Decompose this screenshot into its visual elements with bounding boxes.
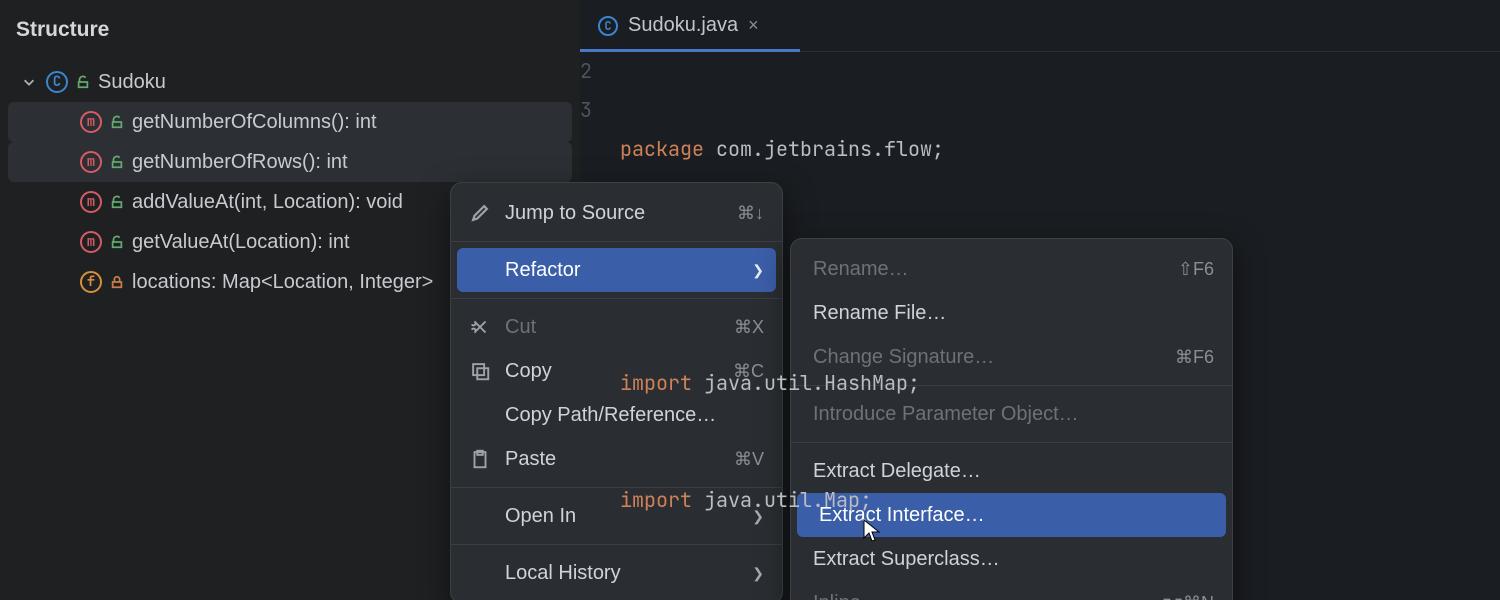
class-icon: C xyxy=(598,16,618,36)
editor-tab-bar: C Sudoku.java × xyxy=(580,0,1500,52)
menu-separator xyxy=(791,442,1232,443)
method-icon: m xyxy=(80,151,102,173)
code-line xyxy=(620,247,1500,286)
blank-icon xyxy=(469,562,491,584)
menu-shortcut: ⌘X xyxy=(734,317,764,338)
copy-icon xyxy=(469,360,491,382)
menu-item-label: Extract Delegate… xyxy=(813,460,981,483)
lock-open-icon xyxy=(110,195,124,209)
menu-item-label: Refactor xyxy=(505,259,581,282)
code-line: import java.util.Map; xyxy=(620,481,1500,520)
tree-item-label: getValueAt(Location): int xyxy=(132,231,350,254)
menu-separator xyxy=(451,241,782,242)
menu-separator xyxy=(451,544,782,545)
chevron-right-icon: ❯ xyxy=(752,565,764,582)
lock-closed-icon xyxy=(110,275,124,289)
menu-item-jump-to-source[interactable]: Jump to Source ⌘↓ xyxy=(451,191,782,235)
menu-item-label: Copy Path/Reference… xyxy=(505,404,716,427)
method-icon: m xyxy=(80,111,102,133)
menu-item-paste[interactable]: Paste ⌘V xyxy=(451,437,782,481)
tree-item-get-number-of-rows[interactable]: m getNumberOfRows(): int xyxy=(8,142,572,182)
editor-tab-label: Sudoku.java xyxy=(628,14,738,37)
close-tab-icon[interactable]: × xyxy=(748,15,759,36)
tree-root-sudoku[interactable]: C Sudoku xyxy=(0,62,580,102)
menu-item-label: Open In xyxy=(505,505,576,528)
menu-item-local-history[interactable]: Local History ❯ xyxy=(451,551,782,595)
menu-item-label: Extract Superclass… xyxy=(813,548,1000,571)
blank-icon xyxy=(469,505,491,527)
menu-item-label: Cut xyxy=(505,316,536,339)
tree-item-label: getNumberOfRows(): int xyxy=(132,151,348,174)
class-icon: C xyxy=(46,71,68,93)
menu-item-label: Introduce Parameter Object… xyxy=(813,403,1079,426)
menu-shortcut: ⌘V xyxy=(734,449,764,470)
gutter-line: 2 xyxy=(580,52,592,91)
tree-root-label: Sudoku xyxy=(98,71,166,94)
menu-shortcut: ⌘↓ xyxy=(737,203,764,224)
field-icon: f xyxy=(80,271,102,293)
editor-tab-sudoku[interactable]: C Sudoku.java × xyxy=(580,0,777,51)
panel-title: Structure xyxy=(0,18,580,62)
tree-item-label: getNumberOfColumns(): int xyxy=(132,111,377,134)
menu-item-rename-file[interactable]: Rename File… xyxy=(791,291,1232,335)
paste-icon xyxy=(469,448,491,470)
scissors-icon xyxy=(469,316,491,338)
menu-separator xyxy=(451,298,782,299)
lock-open-icon xyxy=(110,235,124,249)
menu-item-label: Paste xyxy=(505,448,556,471)
blank-icon xyxy=(469,404,491,426)
method-icon: m xyxy=(80,231,102,253)
menu-item-label: Rename File… xyxy=(813,302,946,325)
gutter-line: 3 xyxy=(580,91,592,130)
menu-item-label: Local History xyxy=(505,562,621,585)
menu-item-extract-superclass[interactable]: Extract Superclass… xyxy=(791,537,1232,581)
lock-open-icon xyxy=(110,115,124,129)
code-line: package com.jetbrains.flow; xyxy=(620,130,1500,169)
tree-item-label: addValueAt(int, Location): void xyxy=(132,191,403,214)
menu-item-label: Jump to Source xyxy=(505,202,645,225)
tree-item-label: locations: Map<Location, Integer> xyxy=(132,271,433,294)
blank-icon xyxy=(469,259,491,281)
lock-open-icon xyxy=(76,75,90,89)
tree-item-get-number-of-columns[interactable]: m getNumberOfColumns(): int xyxy=(8,102,572,142)
menu-item-label: Copy xyxy=(505,360,552,383)
lock-open-icon xyxy=(110,155,124,169)
chevron-down-icon[interactable] xyxy=(20,73,38,91)
edit-icon xyxy=(469,202,491,224)
menu-item-cut[interactable]: Cut ⌘X xyxy=(451,305,782,349)
refactor-submenu: Rename… ⇧F6 Rename File… Change Signatur… xyxy=(790,238,1233,600)
code-line: import java.util.HashMap; xyxy=(620,364,1500,403)
method-icon: m xyxy=(80,191,102,213)
